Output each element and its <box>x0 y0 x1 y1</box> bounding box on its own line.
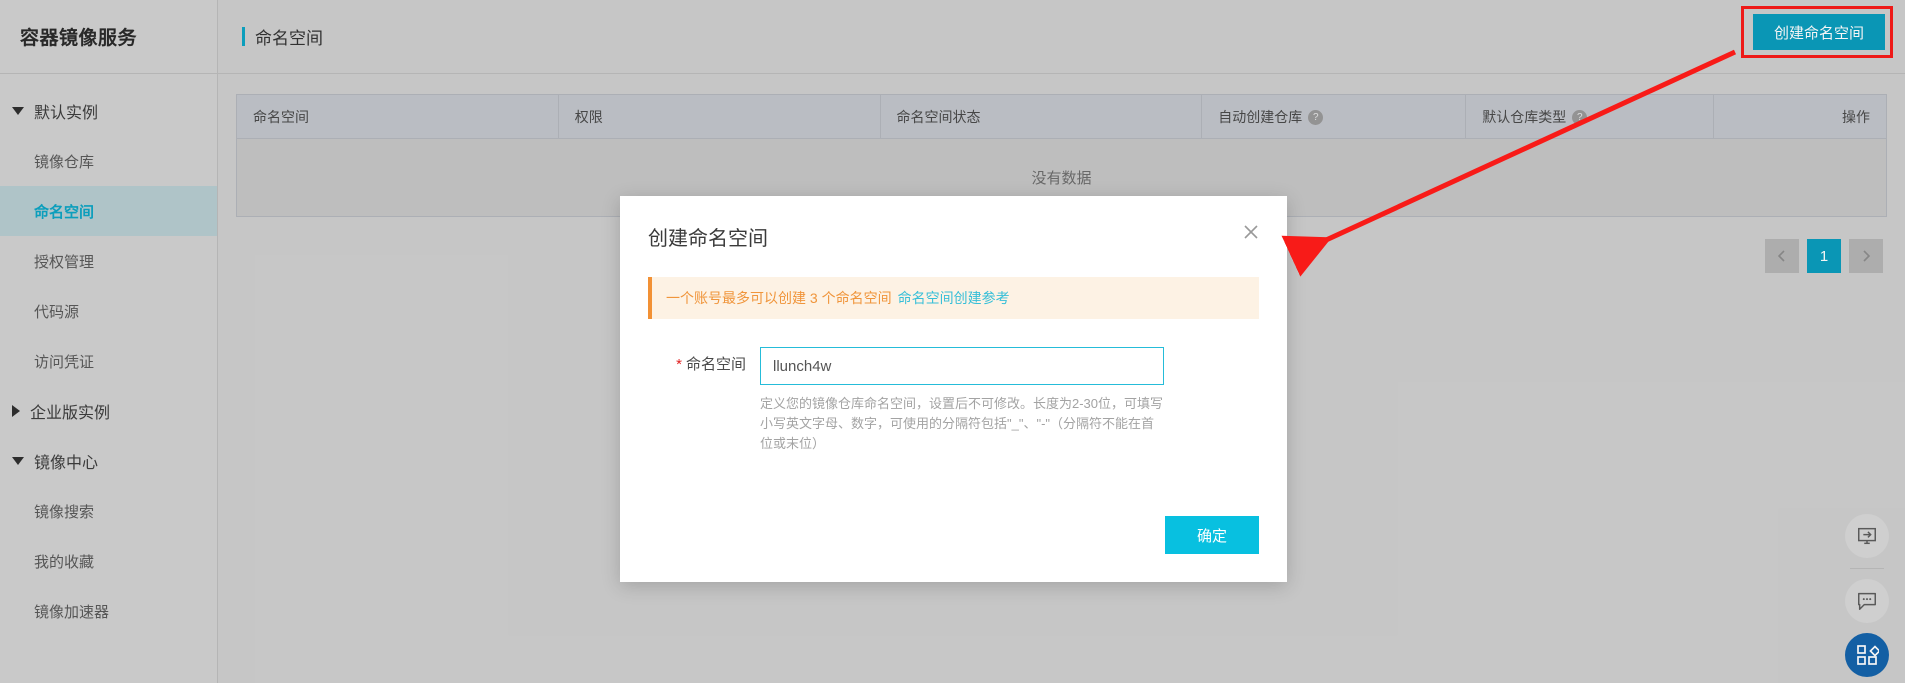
field-label-text: 命名空间 <box>685 356 746 373</box>
namespace-field-label: * 命名空间 <box>648 347 760 383</box>
modal-body: 一个账号最多可以创建 3 个命名空间命名空间创建参考 *命名空间 定义您的镜像仓… <box>620 251 1287 454</box>
modal-header: 创建命名空间 <box>620 196 1287 251</box>
quota-alert-text: 一个账号最多可以创建 3 个命名空间 <box>666 290 892 306</box>
namespace-form-row: *命名空间 定义您的镜像仓库命名空间，设置后不可修改。长度为2-30位，可填写小… <box>648 347 1259 454</box>
namespace-input[interactable] <box>760 347 1164 385</box>
modal-footer: 确定 <box>1165 516 1259 554</box>
confirm-button[interactable]: 确定 <box>1165 516 1259 554</box>
quota-alert-banner: 一个账号最多可以创建 3 个命名空间 命名空间创建参考 <box>648 277 1259 319</box>
required-marker: * <box>676 356 682 373</box>
close-icon <box>1244 225 1258 239</box>
namespace-reference-link[interactable]: 命名空间创建参考 <box>898 290 1010 306</box>
namespace-field-hint: 定义您的镜像仓库命名空间，设置后不可修改。长度为2-30位，可填写小写英文字母、… <box>760 396 1164 452</box>
application-window: 容器镜像服务 默认实例 镜像仓库 命名空间 授权管理 代码源 访问凭证 企业版实… <box>0 0 1905 683</box>
modal-close-button[interactable] <box>1237 218 1265 246</box>
namespace-field-wrap: 定义您的镜像仓库命名空间，设置后不可修改。长度为2-30位，可填写小写英文字母、… <box>760 347 1259 454</box>
create-namespace-modal: 创建命名空间 一个账号最多可以创建 3 个命名空间 命名空间创建参考 * 命名空间 … <box>620 196 1287 582</box>
modal-title: 创建命名空间 <box>648 228 768 250</box>
